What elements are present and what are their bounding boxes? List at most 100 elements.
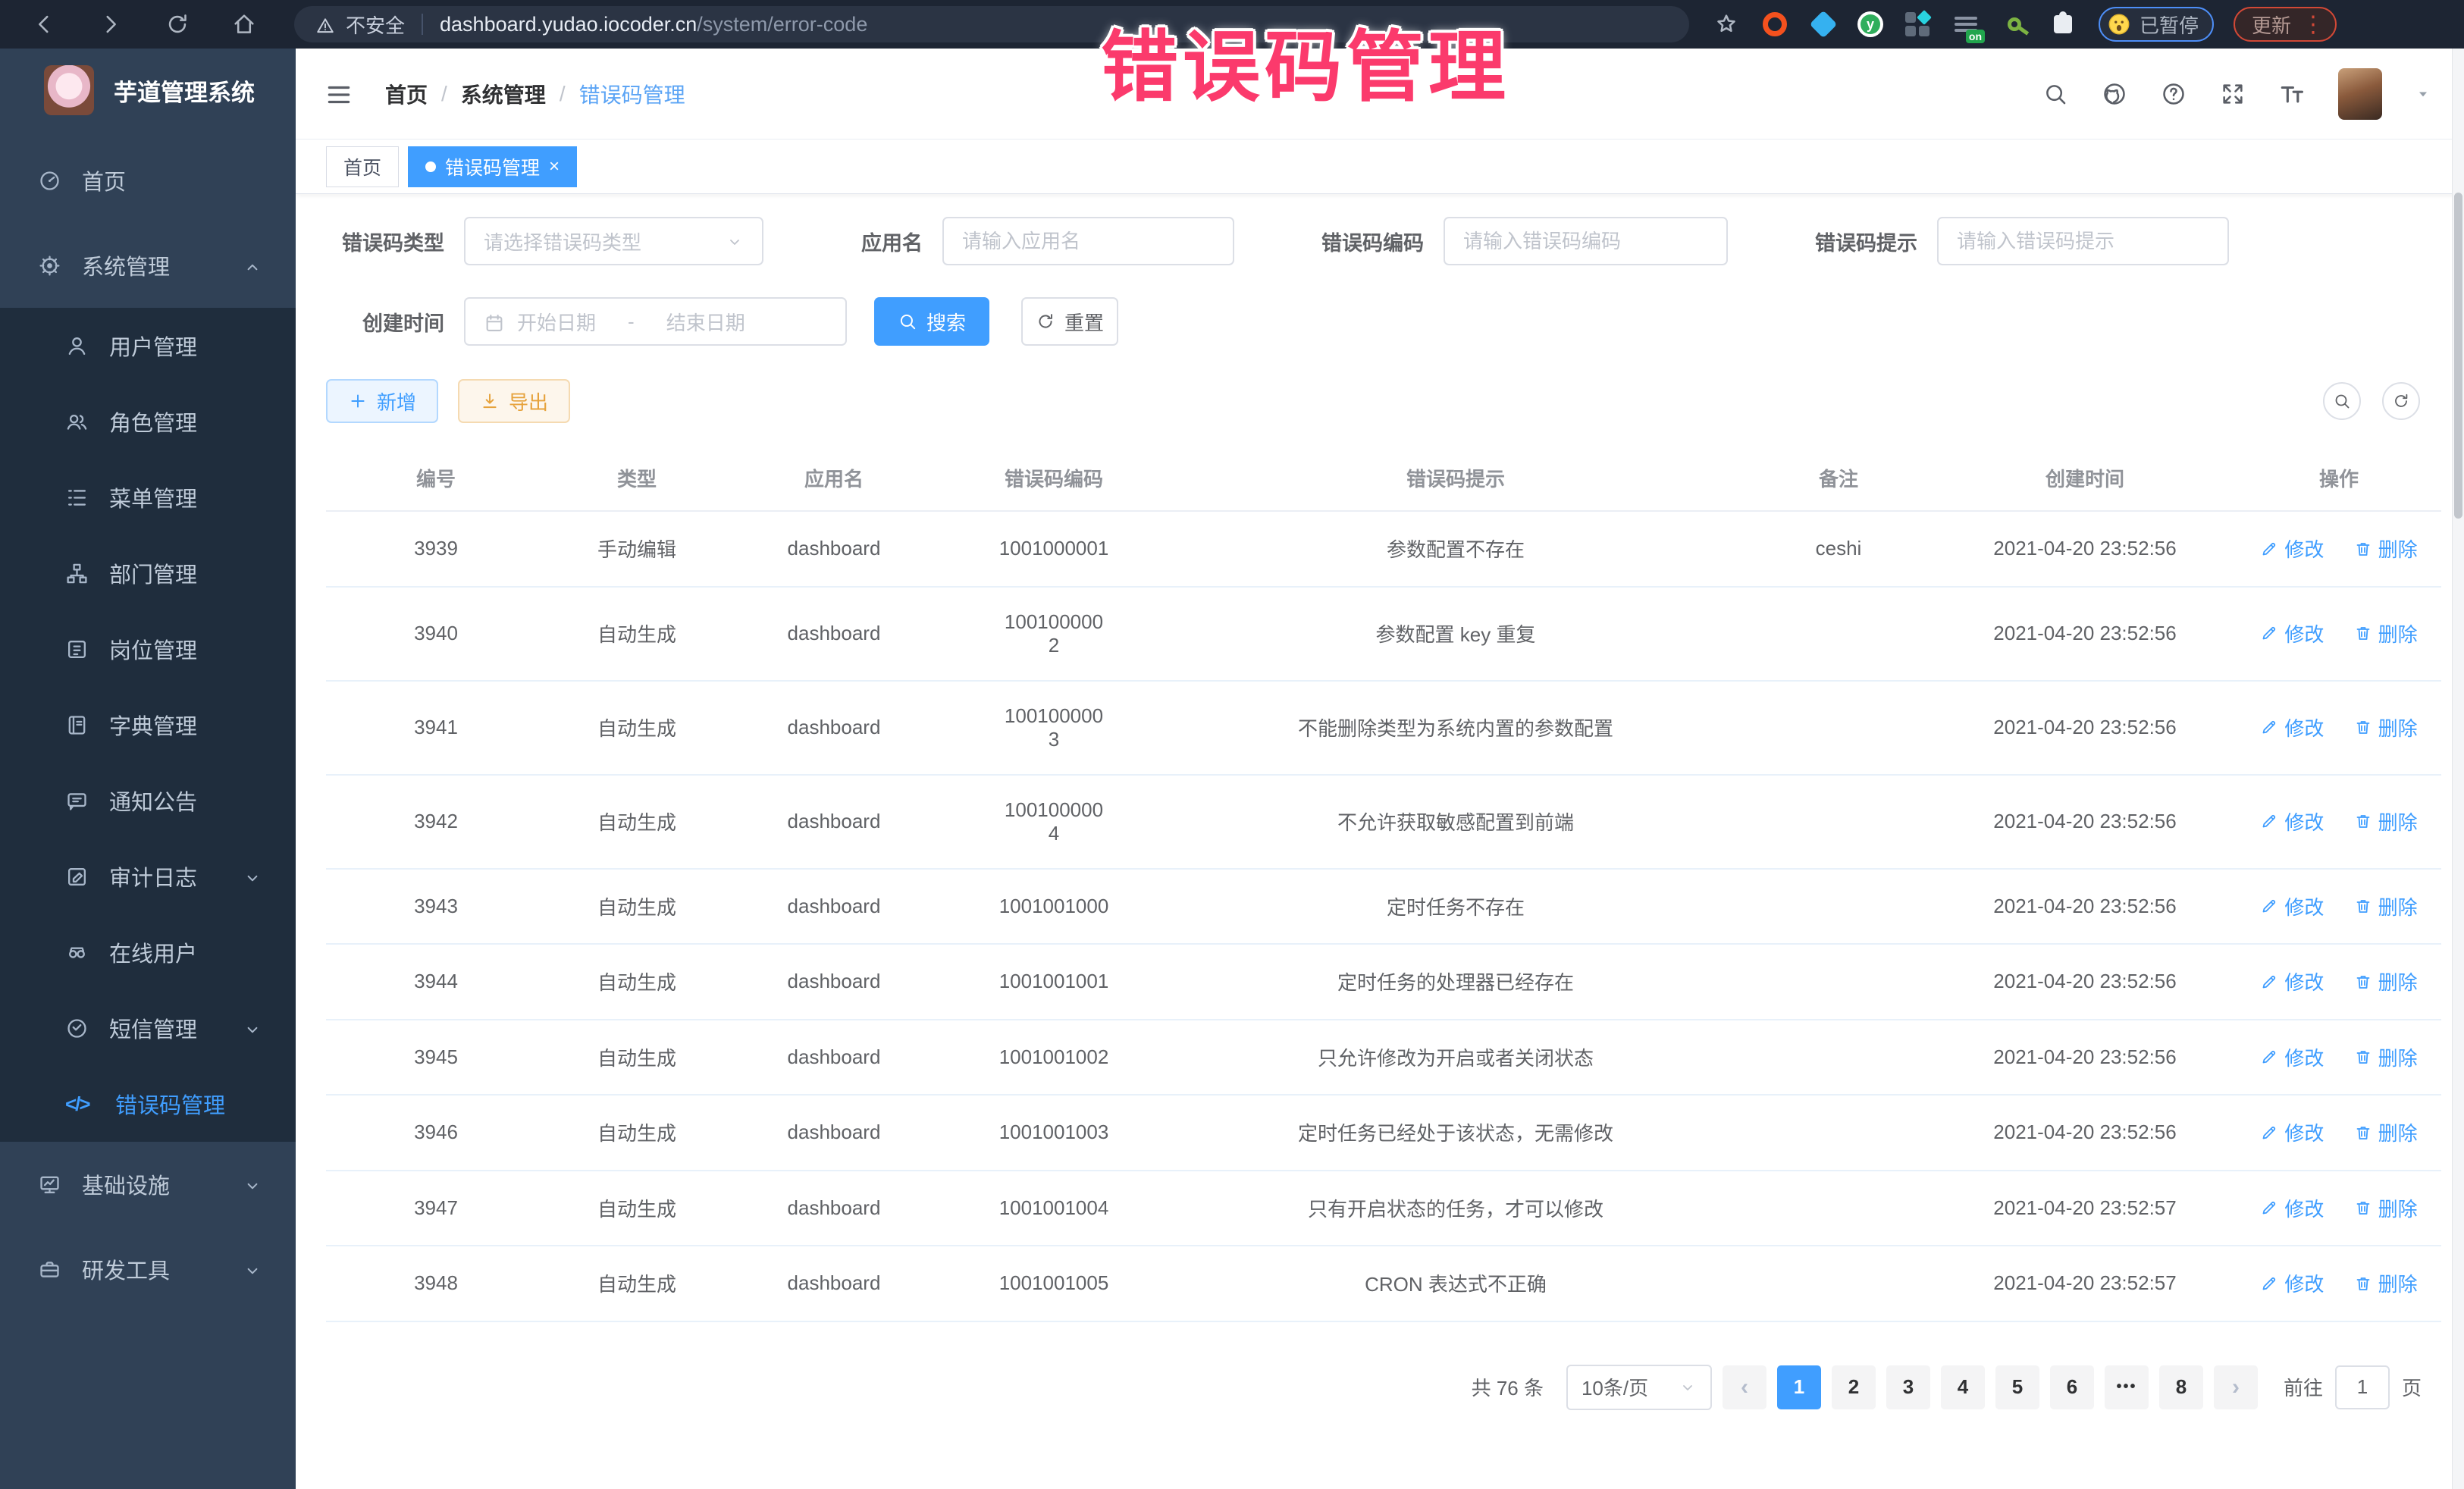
sidebar-item-6[interactable]: 岗位管理	[0, 611, 296, 687]
sidebar-item-1[interactable]: 系统管理	[0, 223, 296, 308]
page-size-select[interactable]: 10条/页	[1566, 1365, 1712, 1410]
tab-close-icon[interactable]: ×	[549, 156, 560, 177]
extension-icon-tampermonkey-on[interactable]: on	[1951, 10, 1980, 39]
end-date-placeholder[interactable]: 结束日期	[666, 308, 745, 336]
app-logo-row[interactable]: 芋道管理系统	[0, 49, 296, 132]
scrollbar-thumb[interactable]	[2454, 193, 2462, 519]
next-page-button[interactable]: ›	[2214, 1365, 2258, 1409]
sidebar-item-2[interactable]: 用户管理	[0, 308, 296, 384]
browser-home-icon[interactable]	[221, 6, 267, 42]
browser-update-button[interactable]: 更新 ⋮	[2234, 7, 2337, 42]
edit-link[interactable]: 修改	[2260, 713, 2324, 741]
export-button[interactable]: 导出	[458, 379, 570, 423]
extension-icon-orange-ring[interactable]	[1760, 10, 1789, 39]
sidebar-item-4[interactable]: 菜单管理	[0, 459, 296, 535]
error-hint-input[interactable]	[1957, 230, 2209, 253]
show-search-toggle-button[interactable]	[2323, 382, 2361, 420]
page-number-button[interactable]: 2	[1832, 1365, 1876, 1409]
delete-link[interactable]: 删除	[2354, 534, 2418, 563]
update-label[interactable]: 更新	[2252, 11, 2291, 39]
url-path[interactable]: /system/error-code	[697, 13, 867, 36]
delete-link[interactable]: 删除	[2354, 967, 2418, 995]
browser-forward-icon[interactable]	[88, 6, 133, 42]
profile-paused-badge[interactable]: 已暂停	[2099, 7, 2214, 42]
search-button[interactable]: 搜索	[874, 297, 989, 346]
edit-link[interactable]: 修改	[2260, 1194, 2324, 1222]
browser-menu-kebab-icon[interactable]: ⋮	[2302, 11, 2324, 38]
security-label[interactable]: 不安全	[346, 11, 405, 39]
sidebar-item-8[interactable]: 通知公告	[0, 763, 296, 839]
browser-reload-icon[interactable]	[155, 6, 200, 42]
delete-link[interactable]: 删除	[2354, 1194, 2418, 1222]
delete-link[interactable]: 删除	[2354, 713, 2418, 741]
cell-app: dashboard	[728, 944, 940, 1020]
url-host[interactable]: dashboard.yudao.iocoder.cn	[440, 13, 697, 36]
add-button[interactable]: 新增	[326, 379, 438, 423]
sidebar-item-14[interactable]: 研发工具	[0, 1227, 296, 1312]
extension-icon-blue-gem[interactable]	[1809, 10, 1838, 39]
sidebar-item-5[interactable]: 部门管理	[0, 535, 296, 611]
font-size-icon[interactable]	[2279, 81, 2305, 107]
delete-link[interactable]: 删除	[2354, 619, 2418, 647]
tab-home[interactable]: 首页	[326, 146, 399, 187]
cell-app: dashboard	[728, 869, 940, 945]
help-icon[interactable]	[2161, 81, 2187, 107]
page-number-button[interactable]: 5	[1995, 1365, 2039, 1409]
sidebar-item-7[interactable]: 字典管理	[0, 687, 296, 763]
page-number-button[interactable]: 4	[1941, 1365, 1985, 1409]
edit-link[interactable]: 修改	[2260, 967, 2324, 995]
sidebar-item-0[interactable]: 首页	[0, 138, 296, 223]
error-code-input[interactable]	[1463, 230, 1708, 253]
delete-link[interactable]: 删除	[2354, 1269, 2418, 1297]
window-scrollbar[interactable]	[2452, 49, 2464, 1489]
extensions-puzzle-icon[interactable]	[2049, 10, 2077, 39]
edit-link[interactable]: 修改	[2260, 534, 2324, 563]
avatar-caret-down-icon[interactable]	[2415, 85, 2431, 102]
edit-link[interactable]: 修改	[2260, 619, 2324, 647]
app-name-input[interactable]	[962, 230, 1215, 253]
delete-link[interactable]: 删除	[2354, 892, 2418, 920]
github-icon[interactable]	[2102, 81, 2127, 107]
extension-icon-green-key[interactable]	[2000, 10, 2029, 39]
sidebar-item-3[interactable]: 角色管理	[0, 384, 296, 459]
edit-link[interactable]: 修改	[2260, 1269, 2324, 1297]
sidebar-item-12[interactable]: </> 错误码管理	[0, 1066, 296, 1142]
sidebar-item-13[interactable]: 基础设施	[0, 1142, 296, 1227]
breadcrumb-current[interactable]: 错误码管理	[579, 79, 685, 109]
edit-link[interactable]: 修改	[2260, 1118, 2324, 1146]
error-type-select[interactable]: 请选择错误码类型	[464, 217, 763, 265]
date-range-picker[interactable]: 开始日期 - 结束日期	[464, 297, 847, 346]
tab-error-code[interactable]: 错误码管理 ×	[408, 146, 577, 187]
start-date-placeholder[interactable]: 开始日期	[517, 308, 596, 336]
page-number-button[interactable]: 8	[2159, 1365, 2203, 1409]
reset-button[interactable]: 重置	[1021, 297, 1118, 346]
extension-icon-green-y[interactable]: y	[1857, 11, 1883, 37]
sidebar-item-10[interactable]: 在线用户	[0, 914, 296, 990]
delete-link[interactable]: 删除	[2354, 807, 2418, 835]
user-avatar[interactable]	[2338, 68, 2382, 120]
page-ellipsis-button[interactable]: •••	[2105, 1365, 2149, 1409]
sidebar-item-11[interactable]: 短信管理	[0, 990, 296, 1066]
edit-link[interactable]: 修改	[2260, 892, 2324, 920]
fullscreen-icon[interactable]	[2220, 81, 2246, 107]
cell-code: 100100000 2	[940, 587, 1168, 681]
refresh-table-button[interactable]	[2382, 382, 2420, 420]
sidebar-item-9[interactable]: 审计日志	[0, 839, 296, 914]
page-number-button[interactable]: 3	[1886, 1365, 1930, 1409]
cell-code: 1001001001	[940, 944, 1168, 1020]
page-number-button[interactable]: 1	[1777, 1365, 1821, 1409]
goto-page-input[interactable]	[2335, 1365, 2390, 1409]
extension-icon-grid[interactable]	[1903, 10, 1932, 39]
hamburger-icon[interactable]	[324, 77, 353, 110]
edit-link[interactable]: 修改	[2260, 807, 2324, 835]
browser-back-icon[interactable]	[21, 6, 67, 42]
bookmark-star-icon[interactable]	[1712, 10, 1741, 39]
prev-page-button[interactable]: ‹	[1723, 1365, 1766, 1409]
delete-link[interactable]: 删除	[2354, 1118, 2418, 1146]
delete-link[interactable]: 删除	[2354, 1043, 2418, 1071]
edit-link[interactable]: 修改	[2260, 1043, 2324, 1071]
breadcrumb-system[interactable]: 系统管理	[461, 79, 546, 109]
breadcrumb-home[interactable]: 首页	[385, 79, 428, 109]
page-number-button[interactable]: 6	[2050, 1365, 2094, 1409]
search-icon[interactable]	[2042, 81, 2068, 107]
